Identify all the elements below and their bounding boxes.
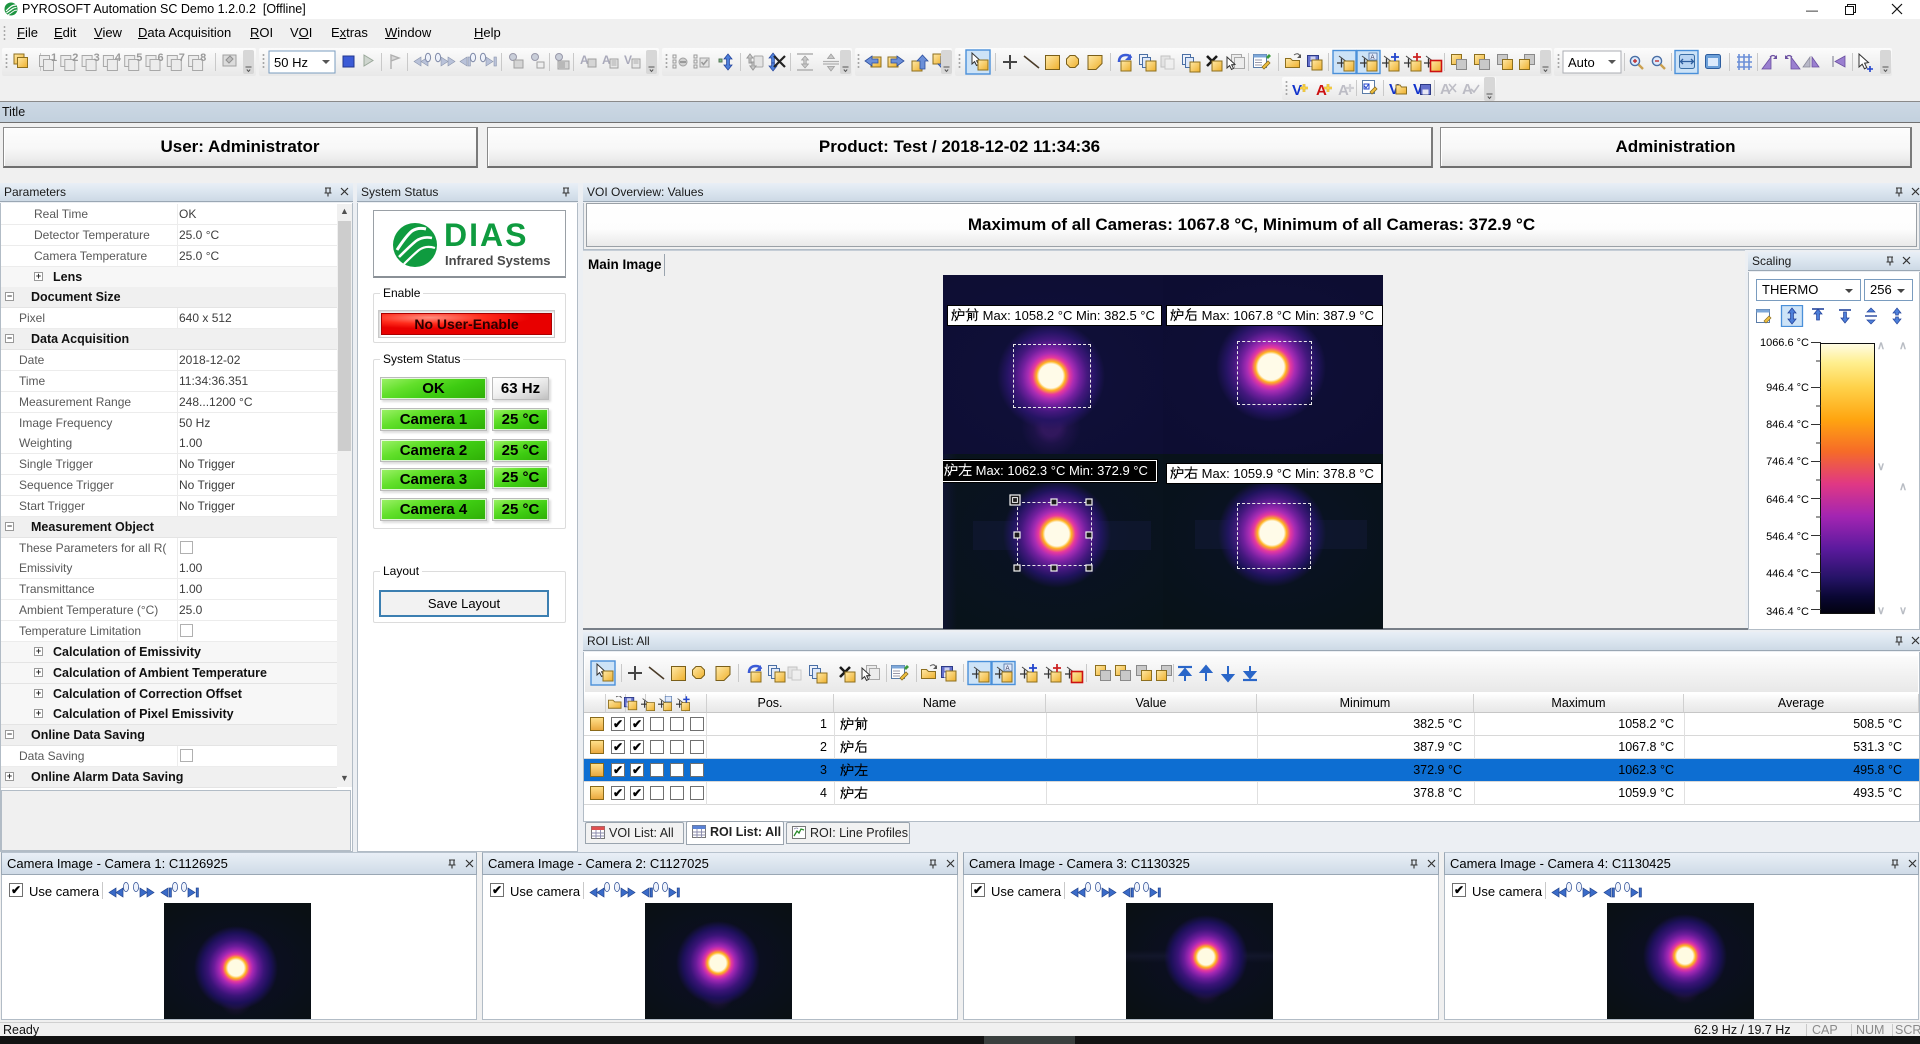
svg-text:5: 5 [136,52,142,64]
svg-text:4: 4 [115,52,122,64]
svg-text:3: 3 [94,52,100,64]
svg-text:A: A [1371,55,1375,61]
svg-text:A: A [1440,81,1451,98]
svg-text:7: 7 [179,52,185,64]
svg-text:A: A [1006,666,1010,672]
svg-text:A: A [1338,82,1349,99]
svg-text:A: A [1316,82,1327,99]
svg-text:50 Hz: 50 Hz [274,55,308,70]
svg-text:V: V [624,53,632,67]
svg-text:1: 1 [51,52,57,64]
svg-text:V: V [1292,82,1302,99]
svg-text:Auto: Auto [1568,55,1595,70]
svg-text:8: 8 [200,52,206,64]
svg-text:2: 2 [72,52,78,64]
svg-text:6: 6 [158,52,164,64]
